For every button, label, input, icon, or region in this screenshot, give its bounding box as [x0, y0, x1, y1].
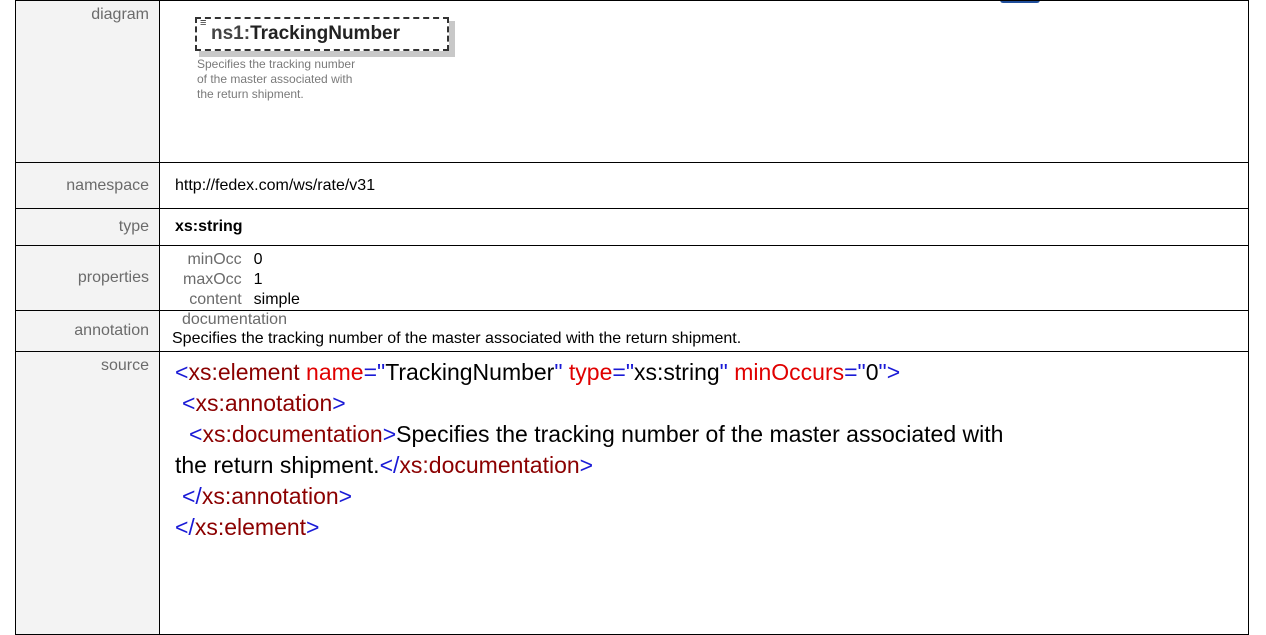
src-bracket: >	[332, 390, 346, 416]
src-eq: ="	[363, 359, 386, 385]
src-bracket: >	[579, 452, 594, 478]
row-namespace: namespace http://fedex.com/ws/rate/v31	[15, 162, 1249, 209]
src-tag: xs:element	[194, 514, 307, 540]
src-quote: "	[554, 359, 563, 385]
diagram-element-name: TrackingNumber	[250, 23, 401, 44]
properties-table: minOcc 0 maxOcc 1 content simple	[183, 250, 300, 310]
src-quote: "	[719, 359, 728, 385]
row-diagram: diagram ≡ ns1:TrackingNumber Specifies t…	[15, 0, 1249, 163]
source-code: <xs:element name="TrackingNumber" type="…	[175, 352, 1248, 543]
label-type: type	[15, 208, 160, 246]
label-annotation: annotation	[15, 310, 160, 352]
source-line: </xs:element>	[175, 512, 1248, 543]
annotation-key: documentation	[182, 311, 287, 328]
property-value: 0	[253, 251, 263, 268]
src-tag: xs:annotation	[201, 483, 339, 509]
diagram-prefix: ns1:	[211, 23, 251, 44]
src-bracket: <	[175, 359, 189, 385]
annotation-cell: documentation Specifies the tracking num…	[159, 310, 1249, 352]
src-bracket: >	[338, 483, 353, 509]
src-attr: name	[306, 359, 364, 385]
row-properties: properties minOcc 0 maxOcc 1 content simple	[15, 245, 1249, 311]
src-bracket: <	[189, 421, 203, 447]
label-properties: properties	[15, 245, 160, 311]
diagram-doc-line: the return shipment.	[197, 87, 304, 101]
src-bracket: >	[306, 514, 320, 540]
source-line: <xs:annotation>	[175, 388, 1248, 419]
diagram-element-box[interactable]: ≡ ns1:TrackingNumber	[195, 17, 455, 57]
label-namespace: namespace	[15, 162, 160, 209]
element-list-icon: ≡	[200, 17, 207, 29]
src-text: Specifies the tracking number of the mas…	[396, 421, 1004, 447]
src-bracket: </	[175, 514, 195, 540]
namespace-value: http://fedex.com/ws/rate/v31	[159, 162, 1249, 209]
type-value: xs:string	[175, 218, 243, 235]
src-bracket: ">	[878, 359, 901, 385]
property-row: content simple	[183, 290, 300, 310]
src-attr-value: xs:string	[634, 359, 720, 385]
properties-cell: minOcc 0 maxOcc 1 content simple	[159, 245, 1249, 311]
annotation-value: Specifies the tracking number of the mas…	[172, 330, 742, 347]
src-tag: xs:element	[188, 359, 300, 385]
src-tag: xs:documentation	[399, 452, 580, 478]
element-doc-table: diagram ≡ ns1:TrackingNumber Specifies t…	[15, 0, 1249, 635]
src-attr: minOccurs	[734, 359, 845, 385]
src-eq: ="	[612, 359, 635, 385]
row-source: source <xs:element name="TrackingNumber"…	[15, 351, 1249, 635]
property-row: maxOcc 1	[183, 270, 300, 290]
src-bracket: </	[182, 483, 202, 509]
src-tag: xs:documentation	[202, 421, 383, 447]
row-annotation: annotation documentation Specifies the t…	[15, 310, 1249, 352]
property-key: content	[189, 291, 242, 308]
src-bracket: <	[182, 390, 196, 416]
src-bracket: </	[379, 452, 400, 478]
source-line: </xs:annotation>	[175, 481, 1248, 512]
row-type: type xs:string	[15, 208, 1249, 246]
src-attr-value: TrackingNumber	[385, 359, 555, 385]
diagram-documentation: Specifies the tracking number of the mas…	[197, 57, 377, 102]
property-key: maxOcc	[183, 271, 242, 288]
source-cell: <xs:element name="TrackingNumber" type="…	[159, 351, 1249, 635]
type-cell: xs:string	[159, 208, 1249, 246]
source-line: the return shipment.</xs:documentation>	[175, 450, 1248, 481]
label-diagram: diagram	[15, 0, 160, 163]
diagram-cell: ≡ ns1:TrackingNumber Specifies the track…	[159, 0, 1249, 163]
src-attr-value: 0	[865, 359, 879, 385]
property-row: minOcc 0	[183, 250, 300, 270]
property-value: 1	[253, 271, 263, 288]
src-bracket: >	[382, 421, 397, 447]
src-tag: xs:annotation	[195, 390, 333, 416]
diagram-element[interactable]: ≡ ns1:TrackingNumber	[195, 17, 449, 51]
source-line: <xs:documentation>Specifies the tracking…	[175, 419, 1248, 450]
property-value: simple	[253, 291, 300, 308]
src-eq: ="	[844, 359, 866, 385]
property-key: minOcc	[187, 251, 242, 268]
diagram-doc-line: Specifies the tracking number	[197, 57, 356, 71]
label-source: source	[15, 351, 160, 635]
diagram-doc-line: of the master associated with	[197, 72, 353, 86]
src-attr: type	[568, 359, 613, 385]
src-text: the return shipment.	[175, 452, 380, 478]
source-line: <xs:element name="TrackingNumber" type="…	[175, 357, 1248, 388]
